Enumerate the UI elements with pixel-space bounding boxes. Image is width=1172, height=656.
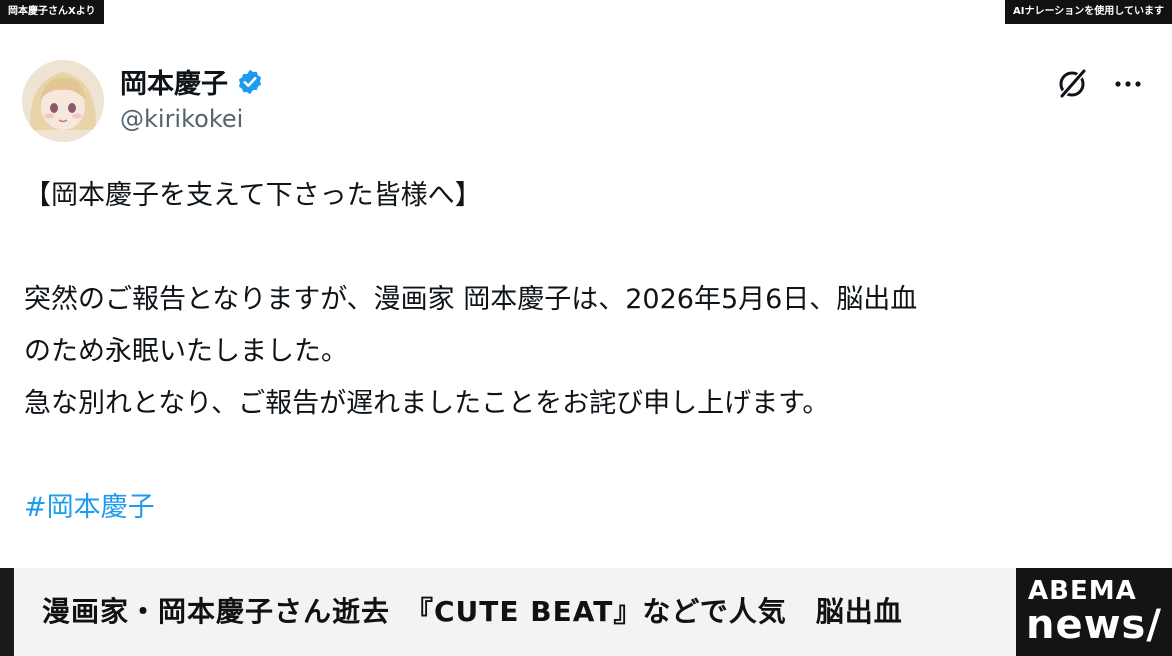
display-name-row[interactable]: 岡本慶子 [120, 62, 264, 101]
post-line-heading: 【岡本慶子を支えて下さった皆様へ】 [24, 180, 482, 211]
more-options-icon[interactable] [1110, 66, 1146, 102]
banner-accent-bar [0, 568, 14, 656]
display-name[interactable]: 岡本慶子 [120, 62, 228, 101]
source-tag: 岡本慶子さんXより [0, 0, 104, 24]
avatar-illustration-icon [22, 60, 104, 142]
post-text: 【岡本慶子を支えて下さった皆様へ】 突然のご報告となりますが、漫画家 岡本慶子は… [24, 170, 1144, 534]
grok-icon[interactable] [1054, 66, 1090, 102]
banner-headline: 漫画家・岡本慶子さん逝去 『CUTE BEAT』などで人気 脳出血 [42, 595, 903, 628]
hashtag-link[interactable]: #岡本慶子 [24, 492, 155, 523]
post-line-2: のため永眠いたしました。 [24, 336, 348, 367]
news-banner: 漫画家・岡本慶子さん逝去 『CUTE BEAT』などで人気 脳出血 [0, 568, 1172, 656]
post-line-3: 急な別れとなり、ご報告が遅れましたことをお詫び申し上げます。 [24, 388, 830, 419]
abema-news-logo: ABEMA news/ [1016, 568, 1172, 656]
user-handle[interactable]: @kirikokei [120, 105, 243, 133]
logo-bottom-text: news/ [1026, 602, 1162, 648]
ai-narration-notice: AIナレーションを使用しています [1005, 0, 1172, 24]
verified-badge-icon [238, 69, 262, 94]
avatar[interactable] [22, 60, 104, 142]
post-line-1: 突然のご報告となりますが、漫画家 岡本慶子は、2026年5月6日、脳出血 [24, 284, 918, 315]
